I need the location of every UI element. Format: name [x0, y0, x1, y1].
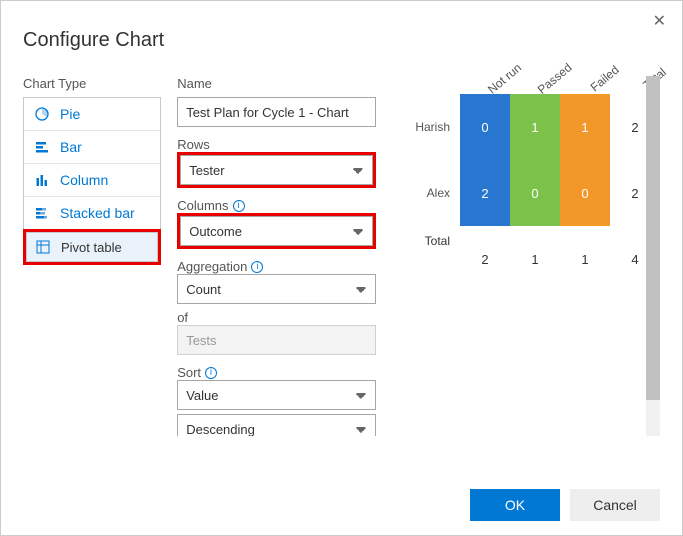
pivot-total-row: Total 2 1 1 4 — [400, 226, 660, 292]
row-label: Harish — [400, 120, 460, 134]
pivot-cell: 0 — [510, 160, 560, 226]
name-label: Name — [177, 76, 376, 91]
chart-type-stacked-bar[interactable]: Stacked bar — [24, 197, 160, 229]
pivot-column-headers: Not run Passed Failed Total — [460, 76, 660, 90]
chart-type-panel: Chart Type Pie Bar Column Stacked bar — [23, 76, 161, 436]
chart-type-column-label: Column — [60, 172, 108, 188]
chart-type-bar-label: Bar — [60, 139, 82, 155]
pivot-col-total: 1 — [510, 234, 560, 284]
pivot-col-total: 2 — [460, 234, 510, 284]
scrollbar-thumb[interactable] — [646, 76, 660, 400]
row-label: Alex — [400, 186, 460, 200]
pivot-cell: 1 — [510, 94, 560, 160]
chart-type-pie[interactable]: Pie — [24, 98, 160, 131]
columns-label: Columns i — [177, 198, 376, 213]
chart-type-bar[interactable]: Bar — [24, 131, 160, 164]
sort-by-select[interactable] — [177, 380, 376, 410]
sort-label: Sort i — [177, 365, 376, 380]
aggregation-select[interactable] — [177, 274, 376, 304]
chart-type-column[interactable]: Column — [24, 164, 160, 197]
pivot-cell: 2 — [460, 160, 510, 226]
configure-chart-dialog: ✕ Configure Chart Chart Type Pie Bar Col… — [1, 1, 682, 535]
columns-select[interactable] — [180, 216, 373, 246]
pie-icon — [34, 106, 50, 122]
chart-type-pivot[interactable]: Pivot table — [26, 232, 158, 262]
rows-select[interactable] — [180, 155, 373, 185]
chart-type-pivot-label: Pivot table — [61, 240, 122, 255]
chart-type-pivot-highlight: Pivot table — [23, 229, 161, 265]
sort-direction-select[interactable] — [177, 414, 376, 436]
pivot-cell: 0 — [560, 160, 610, 226]
pivot-row: Harish 0 1 1 2 — [400, 94, 660, 160]
chart-type-pie-label: Pie — [60, 106, 80, 122]
chart-type-label: Chart Type — [23, 76, 161, 91]
info-icon[interactable]: i — [251, 261, 263, 273]
ok-button[interactable]: OK — [470, 489, 560, 521]
stacked-bar-icon — [34, 205, 50, 221]
scrollbar[interactable] — [646, 76, 660, 436]
of-label: of — [177, 310, 376, 325]
config-form: Name Rows Columns i Aggregation i of Sor… — [177, 76, 376, 436]
chart-type-stacked-bar-label: Stacked bar — [60, 205, 135, 221]
dialog-footer: OK Cancel — [470, 489, 660, 521]
pivot-preview: Not run Passed Failed Total Harish 0 1 1… — [400, 76, 660, 292]
columns-highlight — [177, 213, 376, 249]
of-select — [177, 325, 376, 355]
info-icon[interactable]: i — [205, 367, 217, 379]
pivot-col-total: 1 — [560, 234, 610, 284]
cancel-button[interactable]: Cancel — [570, 489, 660, 521]
pivot-table-icon — [35, 239, 51, 255]
close-icon[interactable]: ✕ — [653, 11, 666, 31]
dialog-title: Configure Chart — [23, 29, 660, 52]
name-input[interactable] — [177, 97, 376, 127]
pivot-row: Alex 2 0 0 2 — [400, 160, 660, 226]
rows-label: Rows — [177, 137, 376, 152]
bar-icon — [34, 139, 50, 155]
aggregation-label: Aggregation i — [177, 259, 376, 274]
pivot-cell: 0 — [460, 94, 510, 160]
info-icon[interactable]: i — [233, 200, 245, 212]
total-label: Total — [400, 234, 460, 284]
chart-type-list: Pie Bar Column Stacked bar — [23, 97, 161, 230]
rows-highlight — [177, 152, 376, 188]
column-icon — [34, 172, 50, 188]
preview-panel: Not run Passed Failed Total Harish 0 1 1… — [392, 76, 660, 436]
pivot-cell: 1 — [560, 94, 610, 160]
